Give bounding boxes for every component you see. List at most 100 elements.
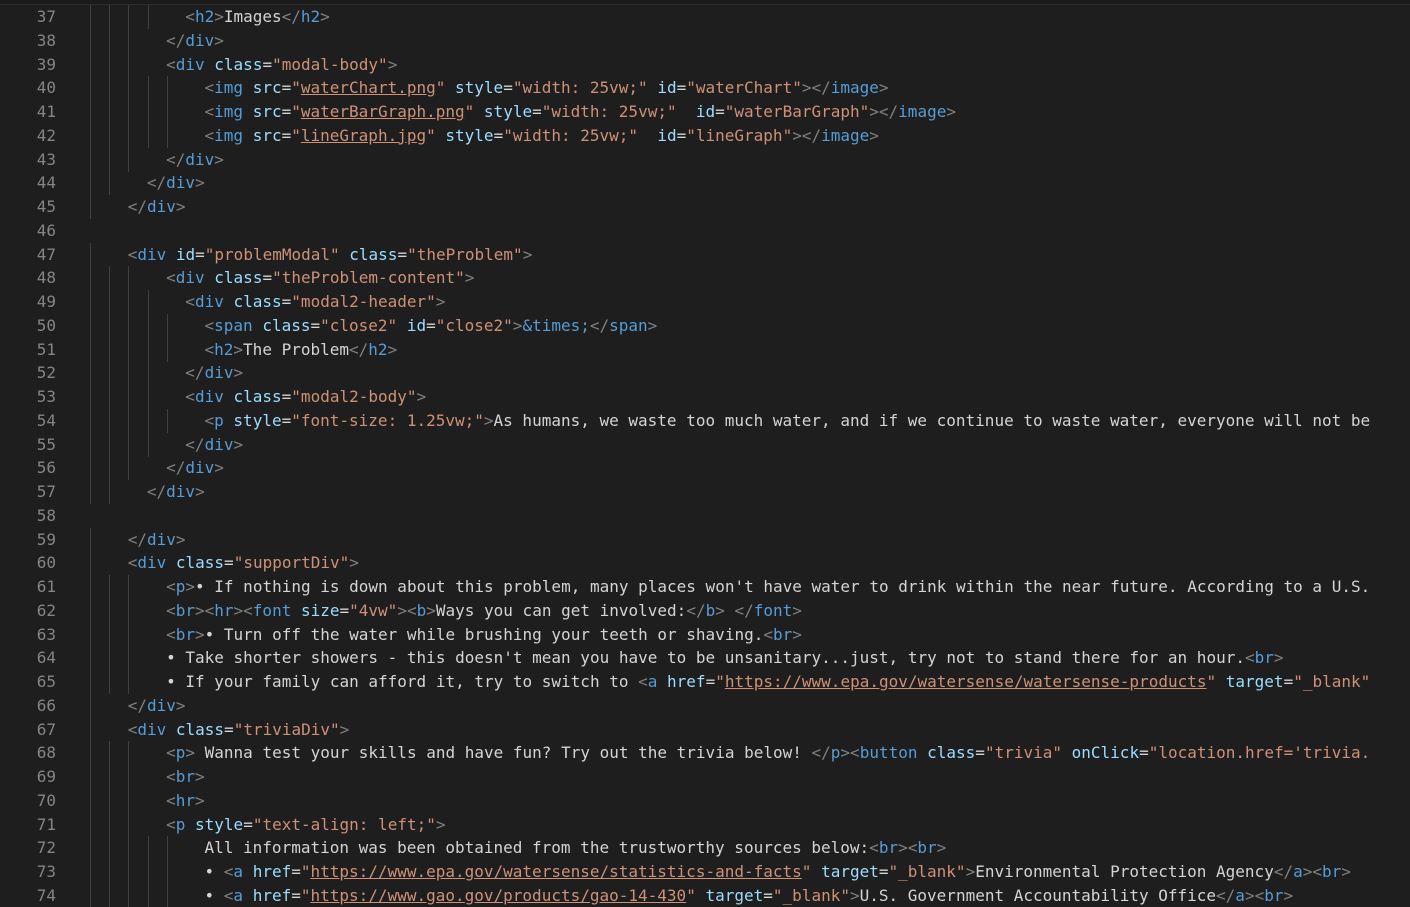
code-line[interactable]: 70 <hr> <box>0 788 1410 813</box>
code-line[interactable]: 53 <div class="modal2-body"> <box>0 385 1410 409</box>
code-token: >< <box>1302 862 1322 881</box>
code-line[interactable]: 45 </div> <box>0 195 1410 219</box>
code-token: > <box>233 434 244 454</box>
code-token: class <box>214 268 263 288</box>
code-line[interactable]: 47 <div id="problemModal" class="theProbl… <box>0 242 1410 267</box>
indent-guide <box>90 765 91 789</box>
code-token: > <box>195 767 205 786</box>
code-line[interactable]: 44 </div> <box>0 171 1410 196</box>
code-line[interactable]: 61 <p>• If nothing is down about this pro… <box>0 575 1410 599</box>
code-token: < <box>166 624 176 644</box>
code-line[interactable]: 39 <div class="modal-body"> <box>0 52 1410 77</box>
indent-guide <box>109 5 111 29</box>
code-line[interactable]: 54 <p style="font-size: 1.25vw;">As human… <box>0 408 1410 433</box>
code-token: " <box>291 102 301 121</box>
code-line[interactable]: 56 </div> <box>0 456 1410 481</box>
code-line[interactable]: 60 <div class="supportDiv"> <box>0 551 1410 576</box>
code-token: = <box>878 862 889 881</box>
indent-guide <box>90 693 91 718</box>
code-line[interactable]: 72 All information was been obtained from… <box>0 836 1410 861</box>
code-token: h2 <box>214 339 234 359</box>
code-line[interactable]: 51 <h2>The Problem</h2> <box>0 337 1410 362</box>
code-token: div <box>204 363 234 383</box>
code-token: "_blank" <box>1293 672 1371 691</box>
indent-guide <box>90 812 91 837</box>
line-number: 69 <box>36 767 56 786</box>
indent-guide <box>128 361 130 386</box>
code-line[interactable]: 37 <h2>Images</h2> <box>0 5 1410 29</box>
code-token: font <box>753 600 793 620</box>
code-line[interactable]: 59 </div> <box>0 527 1410 552</box>
indent-guide <box>90 836 91 861</box>
code-line[interactable]: 66 </div> <box>0 693 1410 718</box>
line-code: </div> <box>166 29 224 53</box>
code-token: "lineGraph" <box>686 125 793 145</box>
code-line[interactable]: 58 <box>0 504 1410 528</box>
code-editor[interactable]: 37 <h2>Images</h2> 38 </div> 39 <div class="m… <box>0 0 1410 907</box>
code-token: > <box>936 838 947 858</box>
line-code: </div> <box>147 171 205 195</box>
line-number: 56 <box>36 458 56 478</box>
indent-guide <box>90 5 91 29</box>
code-line[interactable]: 69 <br> <box>0 765 1410 789</box>
code-line[interactable]: 50 <span class="close2" id="close2">&time… <box>0 313 1410 338</box>
code-token: < <box>166 54 176 74</box>
code-line[interactable]: 41 <img src="waterBarGraph.png" style="wi… <box>0 100 1410 124</box>
code-token: = <box>763 885 773 905</box>
code-line[interactable]: 74 • <a href="https://www.gao.gov/product… <box>0 883 1410 907</box>
indent-guide <box>109 622 111 647</box>
code-token: < <box>166 743 176 763</box>
code-token: "theProblem" <box>407 244 523 264</box>
code-token: < <box>127 719 138 739</box>
code-token: lineGraph.jpg <box>300 125 427 145</box>
code-line[interactable]: 42 <img src="lineGraph.jpg" style="width:… <box>0 123 1410 148</box>
code-line[interactable]: 43 </div> <box>0 147 1410 172</box>
code-token: </ <box>811 743 831 763</box>
indent-guide <box>90 480 91 504</box>
code-token: > <box>435 814 446 834</box>
code-token: "triviaDiv" <box>233 719 340 739</box>
code-line[interactable]: 40 <img src="waterChart.png" style="width… <box>0 76 1410 101</box>
code-line[interactable]: 38 </div> <box>0 28 1410 53</box>
indent-guide <box>90 860 91 884</box>
code-line[interactable]: 49 <div class="modal2-header"> <box>0 290 1410 314</box>
code-token: = <box>262 268 273 288</box>
code-token: </ <box>185 363 205 383</box>
code-line[interactable]: 71 <p style="text-align: left;"> <box>0 812 1410 837</box>
code-token: > <box>512 315 523 335</box>
code-line[interactable]: 68 <p> Wanna test your skills and have fu… <box>0 741 1410 766</box>
code-token: < <box>166 814 176 834</box>
code-line[interactable]: 57 </div> <box>0 480 1410 504</box>
code-line[interactable]: 48 <div class="theProblem-content"> <box>0 266 1410 291</box>
indent-guide <box>166 123 168 148</box>
code-line[interactable]: 46 <box>0 219 1410 243</box>
code-token: < <box>223 862 234 881</box>
code-line[interactable]: 63 <br>• Turn off the water while brushin… <box>0 622 1410 647</box>
code-token: p <box>214 410 224 430</box>
code-line[interactable]: 67 <div class="triviaDiv"> <box>0 717 1410 742</box>
code-token: • If nothing is down about this problem,… <box>195 577 1371 596</box>
code-token: div <box>166 173 196 193</box>
line-code: </div> <box>166 456 224 480</box>
code-token: https://www.epa.gov/watersense/watersens… <box>724 672 1207 691</box>
code-line[interactable]: 73 • <a href="https://www.epa.gov/waterse… <box>0 860 1410 884</box>
code-line[interactable]: 52 </div> <box>0 361 1410 386</box>
line-number: 70 <box>36 790 56 810</box>
code-token: target <box>1225 672 1284 691</box>
line-number: 72 <box>36 838 56 858</box>
indent-guide <box>90 266 91 291</box>
code-line[interactable]: 65 • If your family can afford it, try to… <box>0 670 1410 694</box>
code-token: > <box>339 719 350 739</box>
code-token: "waterBarGraph" <box>724 102 870 121</box>
indent-guide <box>147 361 149 386</box>
code-token: div <box>194 292 224 311</box>
code-token: > <box>483 410 494 430</box>
code-line[interactable]: 64 • Take shorter showers - this doesn't … <box>0 646 1410 671</box>
code-line[interactable]: 55 </div> <box>0 432 1410 457</box>
code-line[interactable]: 62 <br><hr><font size="4vw"><b>Ways you c… <box>0 598 1410 623</box>
code-token: "theProblem-content" <box>272 268 465 288</box>
